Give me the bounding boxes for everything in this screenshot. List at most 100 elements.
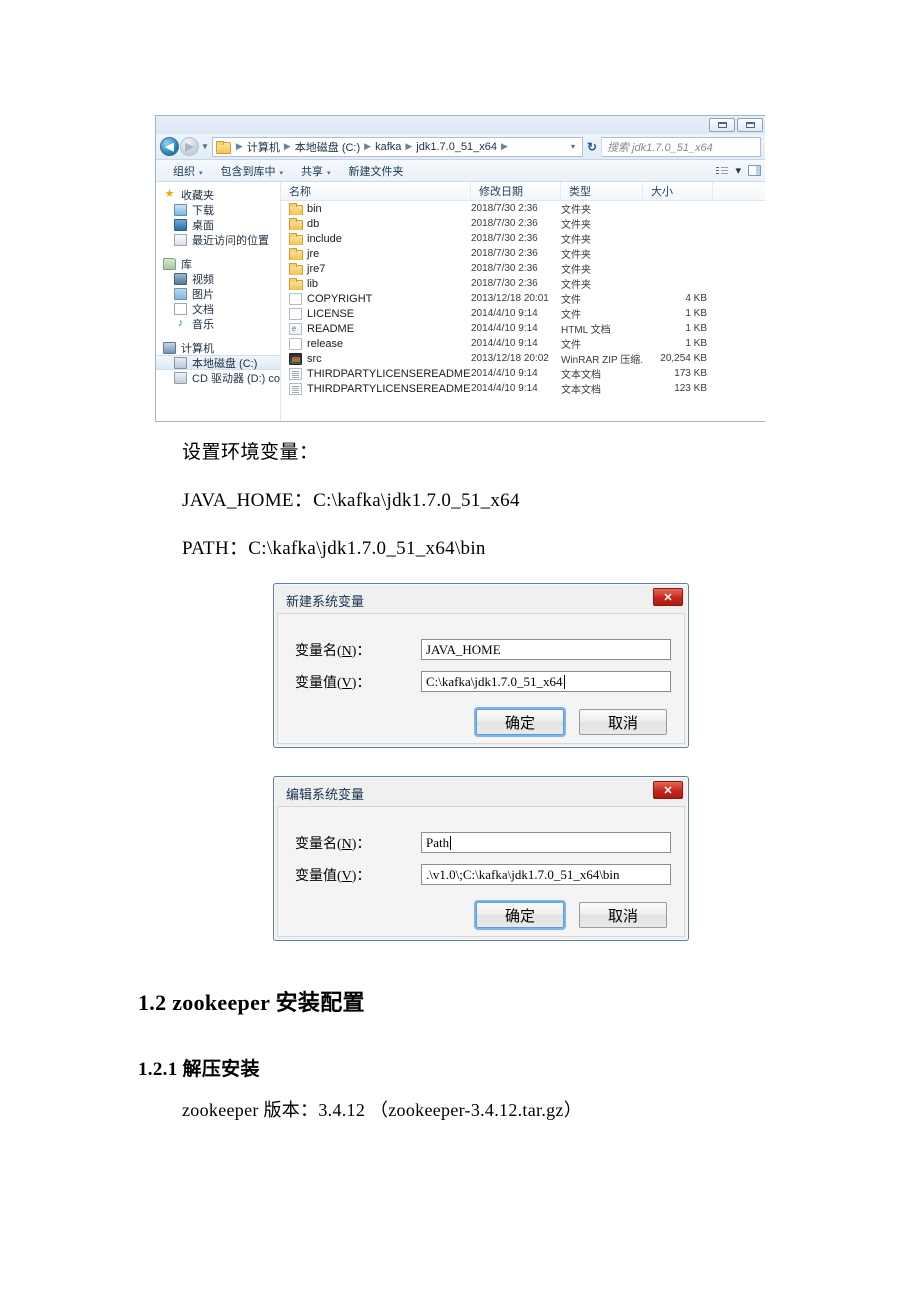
file-icon: [289, 307, 302, 320]
sidebar-item-cd-drive-d[interactable]: CD 驱动器 (D:) con: [156, 370, 280, 385]
table-row[interactable]: release 2014/4/10 9:14 文件 1 KB: [281, 336, 765, 351]
variable-value-input[interactable]: .\v1.0\;C:\kafka\jdk1.7.0_51_x64\bin: [421, 864, 671, 885]
text-caret: [563, 674, 565, 689]
back-button[interactable]: ◀: [160, 137, 179, 156]
table-row[interactable]: include 2018/7/30 2:36 文件夹: [281, 231, 765, 246]
variable-name-field-row: 变量名(N)： Path: [295, 832, 671, 853]
toolbar-organize-button[interactable]: 组织 ▾: [164, 163, 212, 179]
table-row[interactable]: THIRDPARTYLICENSEREADME 2014/4/10 9:14 文本文…: [281, 366, 765, 381]
column-header-name[interactable]: 名称: [281, 182, 471, 200]
sidebar-item-music[interactable]: ♪ 音乐: [156, 316, 280, 331]
file-name: THIRDPARTYLICENSEREADME: [307, 367, 471, 380]
breadcrumb[interactable]: ▶ 计算机 ▶ 本地磁盘 (C:) ▶ kafka ▶ jdk1.7.0_51_…: [211, 136, 583, 157]
breadcrumb-item-3[interactable]: jdk1.7.0_51_x64: [416, 141, 497, 153]
dialog-button-row: 确定 取消: [476, 709, 667, 735]
file-date-cell: 2014/4/10 9:14: [471, 338, 538, 349]
recent-pages-chevron-icon[interactable]: ▼: [201, 142, 209, 151]
file-name-cell: THIRDPARTYLICENSEREADME-JAVAFX: [281, 382, 471, 395]
maximize-button[interactable]: [737, 118, 763, 132]
zip-file-icon: [289, 352, 302, 365]
table-row[interactable]: jre7 2018/7/30 2:36 文件夹: [281, 261, 765, 276]
table-row[interactable]: db 2018/7/30 2:36 文件夹: [281, 216, 765, 231]
refresh-icon[interactable]: ↻: [583, 140, 601, 154]
minimize-button[interactable]: [709, 118, 735, 132]
folder-icon: [289, 262, 303, 275]
text-file-icon: [289, 382, 302, 395]
folder-icon: [289, 217, 303, 230]
nav-group-gap: [156, 247, 280, 256]
sidebar-item-libraries[interactable]: 库: [156, 256, 280, 271]
file-type-cell: 文件: [561, 310, 581, 321]
ok-button[interactable]: 确定: [476, 902, 564, 928]
dialog-title: 新建系统变量: [286, 593, 365, 609]
address-dropdown-icon[interactable]: ▾: [567, 142, 579, 151]
breadcrumb-separator-icon: ▶: [501, 141, 508, 151]
cancel-button[interactable]: 取消: [579, 709, 667, 735]
table-row[interactable]: jre 2018/7/30 2:36 文件夹: [281, 246, 765, 261]
heading-1-2: 1.2 zookeeper 安装配置: [138, 990, 365, 1015]
sidebar-label: 图片: [192, 288, 214, 301]
chevron-down-icon[interactable]: ▾: [735, 164, 741, 177]
text-caret: [450, 835, 452, 850]
ok-button[interactable]: 确定: [476, 709, 564, 735]
pictures-icon: [174, 287, 187, 300]
column-header-type[interactable]: 类型: [561, 182, 643, 200]
variable-name-label: 变量名(N)：: [295, 643, 371, 659]
change-view-icon[interactable]: [716, 166, 729, 176]
sidebar-item-recent-places[interactable]: 最近访问的位置: [156, 232, 280, 247]
search-input[interactable]: 搜索 jdk1.7.0_51_x64: [601, 136, 761, 157]
table-row[interactable]: src 2013/12/18 20:02 WinRAR ZIP 压缩... 20,25…: [281, 351, 765, 366]
forward-button[interactable]: ▶: [180, 137, 199, 156]
table-row[interactable]: lib 2018/7/30 2:36 文件夹: [281, 276, 765, 291]
sidebar-label: 视频: [192, 273, 214, 286]
table-row[interactable]: README 2014/4/10 9:14 HTML 文档 1 KB: [281, 321, 765, 336]
file-name: LICENSE: [307, 307, 355, 320]
toolbar-include-in-library-button[interactable]: 包含到库中 ▾: [212, 163, 293, 179]
explorer-title-bar: [156, 116, 765, 134]
toolbar-new-folder-button[interactable]: 新建文件夹: [340, 163, 413, 179]
preview-pane-icon[interactable]: [748, 165, 761, 176]
table-row[interactable]: bin 2018/7/30 2:36 文件夹: [281, 201, 765, 216]
column-header-size[interactable]: 大小: [643, 182, 713, 200]
table-row[interactable]: COPYRIGHT 2013/12/18 20:01 文件 4 KB: [281, 291, 765, 306]
toolbar-new-folder-label: 新建文件夹: [348, 165, 404, 178]
toolbar-share-button[interactable]: 共享 ▾: [292, 163, 340, 179]
file-type-cell: HTML 文档: [561, 325, 611, 336]
sidebar-item-local-disk-c[interactable]: 本地磁盘 (C:): [156, 355, 280, 370]
sidebar-item-computer[interactable]: 计算机: [156, 340, 280, 355]
sidebar-item-documents[interactable]: 文档: [156, 301, 280, 316]
file-size-cell: 173 KB: [674, 368, 707, 379]
sidebar-item-desktop[interactable]: 桌面: [156, 217, 280, 232]
variable-value-input[interactable]: C:\kafka\jdk1.7.0_51_x64: [421, 671, 671, 692]
breadcrumb-item-0[interactable]: 计算机: [247, 139, 280, 155]
sidebar-item-downloads[interactable]: 下载: [156, 202, 280, 217]
sidebar-item-videos[interactable]: 视频: [156, 271, 280, 286]
file-name-cell: THIRDPARTYLICENSEREADME: [281, 367, 471, 380]
dialog-button-row: 确定 取消: [476, 902, 667, 928]
variable-name-input[interactable]: Path: [421, 832, 671, 853]
close-icon[interactable]: ✕: [653, 588, 683, 606]
file-type-cell: 文件夹: [561, 220, 591, 231]
breadcrumb-separator-icon: ▶: [283, 141, 291, 151]
column-header-date-modified[interactable]: 修改日期: [471, 182, 561, 200]
music-icon: ♪: [177, 316, 184, 329]
variable-value-label: 变量值(V)：: [295, 675, 371, 691]
table-row[interactable]: LICENSE 2014/4/10 9:14 文件 1 KB: [281, 306, 765, 321]
file-type-cell: 文件夹: [561, 250, 591, 261]
file-name: jre7: [307, 262, 326, 275]
computer-icon: [163, 341, 176, 354]
file-name: bin: [307, 202, 322, 215]
sidebar-item-favorites[interactable]: ★ 收藏夹: [156, 187, 280, 202]
breadcrumb-item-2[interactable]: kafka: [375, 141, 401, 153]
toolbar-organize-label: 组织: [173, 165, 195, 178]
sidebar-item-pictures[interactable]: 图片: [156, 286, 280, 301]
close-icon[interactable]: ✕: [653, 781, 683, 799]
file-list: bin 2018/7/30 2:36 文件夹 db 2018/7/30 2:36 文件夹 i…: [281, 201, 765, 396]
file-date-cell: 2018/7/30 2:36: [471, 278, 538, 289]
variable-name-input[interactable]: JAVA_HOME: [421, 639, 671, 660]
cancel-button[interactable]: 取消: [579, 902, 667, 928]
sidebar-label: 最近访问的位置: [192, 234, 269, 247]
file-type-cell: 文件夹: [561, 205, 591, 216]
breadcrumb-item-1[interactable]: 本地磁盘 (C:): [295, 139, 360, 155]
table-row[interactable]: THIRDPARTYLICENSEREADME-JAVAFX2014/4/10 …: [281, 381, 765, 396]
